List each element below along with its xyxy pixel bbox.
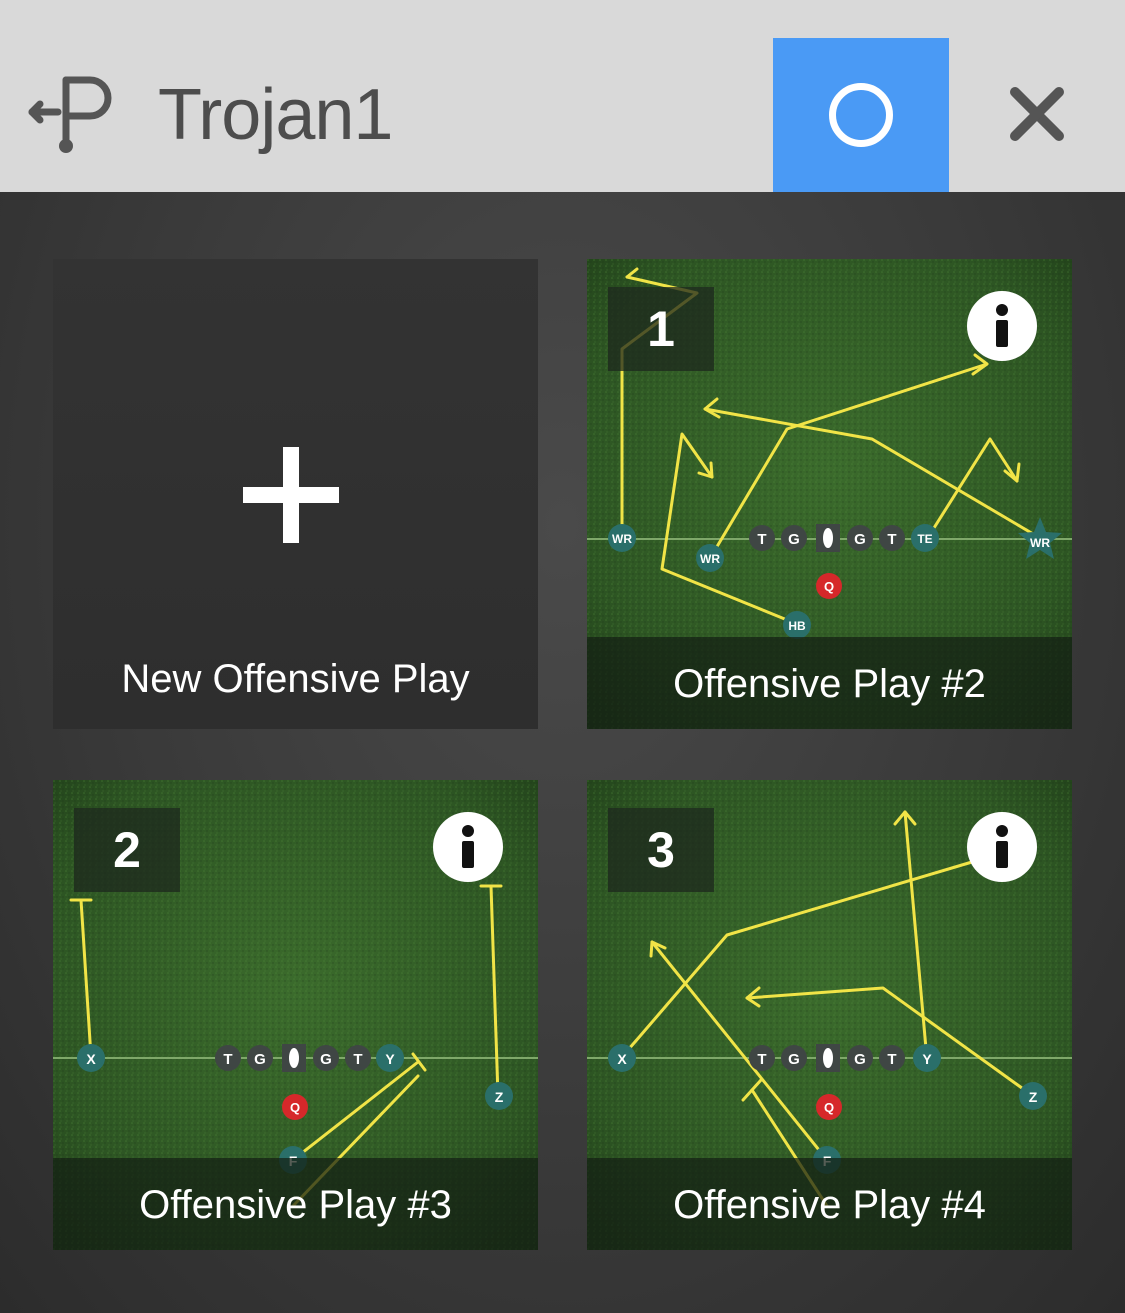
top-bar: Trojan1 (0, 0, 1125, 192)
play-tile-4[interactable]: X T G G T Y Q Z F 3 Offensive Play #4 (587, 780, 1072, 1250)
svg-text:Y: Y (385, 1051, 395, 1067)
playbook-title: Trojan1 (158, 75, 393, 155)
play-number-badge: 2 (74, 808, 180, 892)
svg-text:G: G (788, 1051, 800, 1068)
record-button[interactable] (773, 38, 949, 192)
svg-text:WR: WR (700, 552, 720, 566)
play-number-badge: 1 (608, 287, 714, 371)
svg-text:X: X (617, 1051, 627, 1067)
play-tile-2[interactable]: WR WR T G G T TE WR Q HB 1 Offensive Pla… (587, 259, 1072, 729)
svg-text:WR: WR (612, 532, 632, 546)
new-play-label: New Offensive Play (121, 657, 470, 701)
svg-text:G: G (854, 531, 866, 548)
svg-text:HB: HB (788, 619, 806, 633)
close-x-icon[interactable] (995, 72, 1079, 156)
back-arrow-play-icon[interactable] (24, 72, 124, 158)
svg-text:Q: Q (824, 1100, 834, 1115)
svg-text:G: G (788, 531, 800, 548)
svg-text:Q: Q (290, 1100, 300, 1115)
svg-text:T: T (223, 1051, 232, 1068)
svg-text:Z: Z (495, 1089, 504, 1105)
record-circle-icon (829, 83, 893, 147)
play-name: Offensive Play #2 (673, 662, 986, 706)
svg-text:X: X (86, 1051, 96, 1067)
svg-text:Y: Y (922, 1051, 932, 1067)
svg-text:G: G (254, 1051, 266, 1068)
svg-text:T: T (353, 1051, 362, 1068)
play-tile-3[interactable]: X T G G T Y Q Z F 2 Offensive Play #3 (53, 780, 538, 1250)
plus-icon (243, 447, 339, 543)
svg-text:T: T (757, 1051, 766, 1068)
new-offensive-play-tile[interactable]: New Offensive Play (53, 259, 538, 729)
svg-text:TE: TE (917, 532, 932, 546)
info-icon[interactable] (433, 812, 503, 882)
svg-text:T: T (887, 531, 896, 548)
svg-text:G: G (854, 1051, 866, 1068)
play-number-badge: 3 (608, 808, 714, 892)
svg-text:Z: Z (1029, 1089, 1038, 1105)
svg-text:T: T (757, 531, 766, 548)
svg-text:T: T (887, 1051, 896, 1068)
info-icon[interactable] (967, 812, 1037, 882)
play-name: Offensive Play #3 (139, 1183, 452, 1227)
info-icon[interactable] (967, 291, 1037, 361)
svg-text:Q: Q (824, 579, 834, 594)
svg-text:WR: WR (1030, 536, 1050, 550)
svg-text:G: G (320, 1051, 332, 1068)
play-name: Offensive Play #4 (673, 1183, 986, 1227)
